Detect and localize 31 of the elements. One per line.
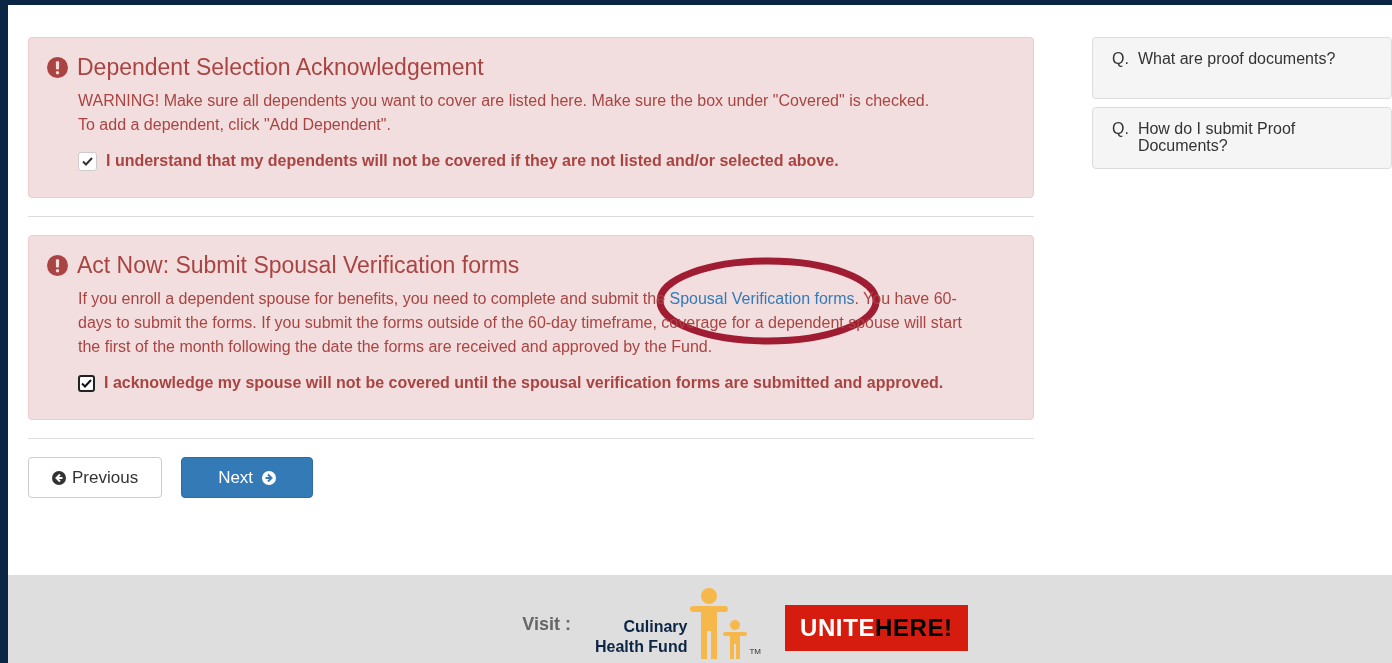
question-prefix: Q.: [1112, 120, 1129, 139]
alert-title: Dependent Selection Acknowledgement: [77, 56, 484, 79]
exclamation-icon: [47, 57, 68, 78]
checkbox-label: I understand that my dependents will not be covered if they are not listed and/or selected above.: [106, 151, 839, 171]
alert-title: Act Now: Submit Spousal Verification forms: [77, 254, 520, 277]
checkbox[interactable]: [78, 374, 95, 392]
logo-text: UNITE: [800, 613, 875, 643]
faq-question: What are proof documents?: [1137, 50, 1337, 69]
logo-text: Health Fund: [595, 637, 688, 657]
right-arrow-icon: [262, 470, 277, 485]
question-prefix: Q.: [1112, 50, 1129, 69]
checkbox-label: I acknowledge my spouse will not be covered until the spousal verification forms are submitted and approved.: [104, 373, 944, 393]
unite-here-logo[interactable]: UNITEHERE!: [785, 605, 968, 651]
visit-label: Visit :: [522, 613, 571, 636]
previous-button[interactable]: Previous: [28, 457, 163, 498]
check-icon: [82, 156, 93, 166]
logo-text: HERE!: [875, 613, 953, 643]
family-figure-icon: [687, 587, 750, 659]
left-arrow-icon: [52, 470, 66, 485]
next-button[interactable]: Next: [181, 457, 314, 498]
check-icon: [81, 378, 92, 388]
alert-text: WARNING! Make sure all dependents you want to cover are listed here. Make sure the box under "Covered" is checked.: [78, 91, 931, 111]
faq-question: How do I submit Proof Documents?: [1137, 120, 1297, 154]
faq-item[interactable]: Q. How do I submit Proof Documents?: [1092, 107, 1392, 169]
faq-item[interactable]: Q. What are proof documents?: [1092, 37, 1392, 99]
culinary-health-fund-logo[interactable]: Culinary Health Fund TM: [595, 587, 761, 659]
alert-text: To add a dependent, click "Add Dependent".: [78, 115, 392, 135]
verification-forms-link[interactable]: Spousal Verification forms: [669, 290, 855, 307]
trademark-mark: TM: [749, 646, 761, 658]
logo-text: Culinary: [623, 617, 688, 637]
exclamation-icon: [47, 255, 68, 276]
